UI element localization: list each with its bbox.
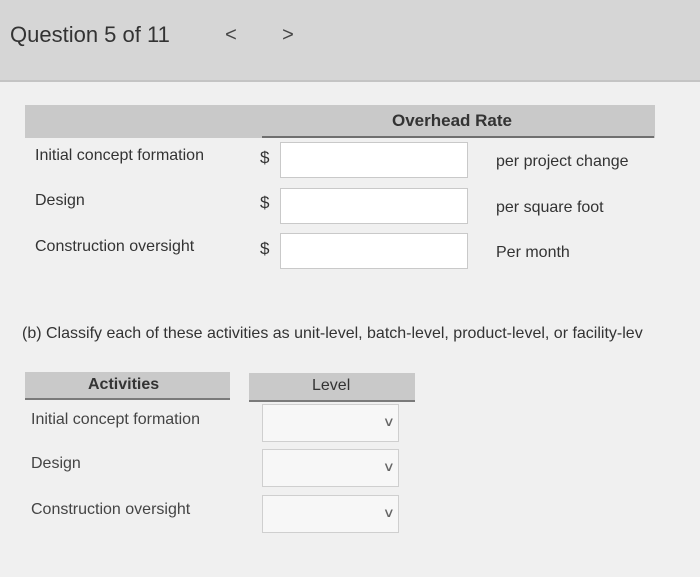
level-header-label: Level bbox=[312, 377, 351, 394]
overhead-row-label-initial-concept: Initial concept formation bbox=[35, 147, 204, 164]
question-counter: Question 5 of 11 bbox=[10, 22, 170, 47]
overhead-rate-input-initial-concept[interactable] bbox=[280, 142, 468, 178]
overhead-rate-input-construction-oversight[interactable] bbox=[280, 233, 468, 269]
currency-symbol: $ bbox=[260, 193, 270, 212]
unit-label-initial-concept: per project change bbox=[496, 153, 629, 170]
question-content: Overhead Rate Initial concept formation … bbox=[0, 82, 700, 577]
chevron-down-icon: ∨ bbox=[383, 459, 396, 474]
overhead-row-label-construction-oversight: Construction oversight bbox=[35, 238, 195, 255]
currency-symbol: $ bbox=[260, 148, 270, 167]
level-select-design[interactable]: ∨ bbox=[262, 449, 399, 487]
level-column-header: Level bbox=[249, 373, 415, 402]
level-row-label-construction-oversight: Construction oversight bbox=[31, 501, 191, 518]
overhead-rate-input-design[interactable] bbox=[280, 188, 468, 224]
previous-question-button[interactable]: < bbox=[221, 24, 241, 47]
unit-label-design: per square foot bbox=[496, 199, 604, 216]
part-b-instruction: (b) Classify each of these activities as… bbox=[22, 325, 643, 342]
overhead-row-label-design: Design bbox=[35, 192, 85, 209]
overhead-rate-header-label: Overhead Rate bbox=[392, 111, 512, 130]
chevron-down-icon: ∨ bbox=[383, 414, 396, 429]
chevron-down-icon: ∨ bbox=[383, 505, 396, 520]
question-navigation-bar: Question 5 of 11 < > bbox=[0, 0, 700, 82]
level-select-construction-oversight[interactable]: ∨ bbox=[262, 495, 399, 533]
level-row-label-initial-concept: Initial concept formation bbox=[31, 411, 200, 428]
unit-label-construction-oversight: Per month bbox=[496, 244, 570, 261]
activities-header-label: Activities bbox=[88, 376, 160, 393]
activities-column-header: Activities bbox=[25, 372, 230, 400]
currency-symbol: $ bbox=[260, 239, 270, 258]
overhead-rate-header: Overhead Rate bbox=[262, 105, 654, 138]
next-question-button[interactable]: > bbox=[278, 24, 298, 47]
level-select-initial-concept[interactable]: ∨ bbox=[262, 404, 399, 442]
level-row-label-design: Design bbox=[31, 455, 81, 472]
